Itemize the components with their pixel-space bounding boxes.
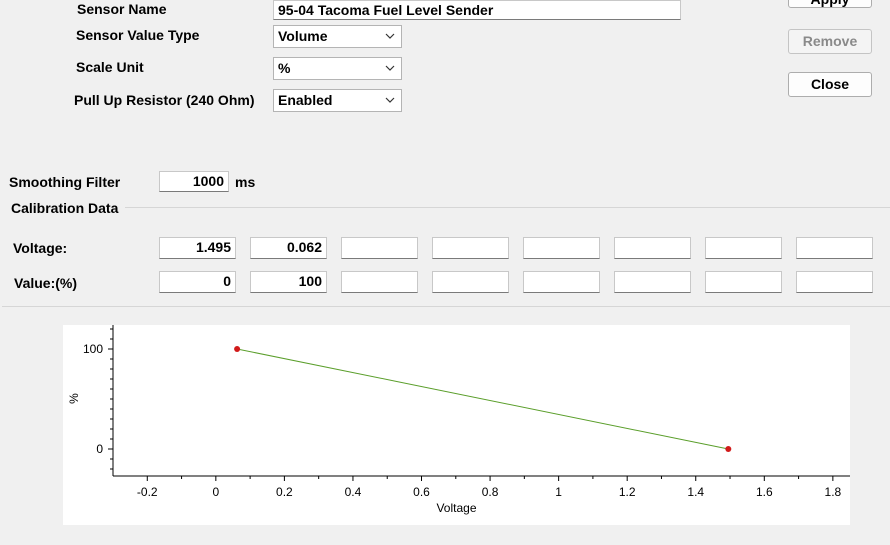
apply-button[interactable]: Apply bbox=[788, 0, 872, 8]
x-tick-label: 1.4 bbox=[687, 485, 704, 499]
voltage-input-5[interactable] bbox=[523, 237, 600, 259]
x-tick-label: 1.6 bbox=[756, 485, 773, 499]
y-axis-label: % bbox=[67, 393, 81, 404]
x-tick-label: 0.2 bbox=[276, 485, 293, 499]
value-input-8[interactable] bbox=[796, 271, 873, 293]
scale-unit-select[interactable]: % bbox=[273, 57, 402, 80]
scale-unit-value: % bbox=[278, 60, 291, 76]
remove-button[interactable]: Remove bbox=[788, 29, 872, 54]
smoothing-filter-label: Smoothing Filter bbox=[9, 174, 121, 190]
sensor-name-label: Sensor Name bbox=[77, 1, 167, 17]
group-box-border bbox=[2, 306, 890, 307]
voltage-input-7[interactable] bbox=[705, 237, 782, 259]
value-input-1[interactable]: 0 bbox=[159, 271, 236, 293]
voltage-row-label: Voltage: bbox=[13, 240, 68, 256]
group-box-border bbox=[125, 207, 890, 208]
smoothing-filter-input[interactable]: 1000 bbox=[159, 171, 229, 192]
x-tick-label: 0 bbox=[212, 485, 219, 499]
pull-up-resistor-label: Pull Up Resistor (240 Ohm) bbox=[74, 92, 255, 108]
x-tick-label: 0.6 bbox=[413, 485, 430, 499]
value-input-6[interactable] bbox=[614, 271, 691, 293]
data-point bbox=[234, 346, 241, 352]
x-tick-label: 1.8 bbox=[825, 485, 842, 499]
voltage-input-3[interactable] bbox=[341, 237, 418, 259]
value-row-label: Value:(%) bbox=[14, 275, 78, 291]
x-tick-label: 1 bbox=[555, 485, 562, 499]
close-button[interactable]: Close bbox=[788, 72, 872, 97]
data-point bbox=[725, 446, 732, 452]
calibration-chart-plot: -0.2 0 0.2 0.4 0.6 0.8 1 1.2 1.4 1.6 1.8 0 100 Voltag… bbox=[67, 325, 850, 515]
voltage-input-6[interactable] bbox=[614, 237, 691, 259]
pull-up-resistor-select[interactable]: Enabled bbox=[273, 89, 402, 112]
y-tick-label: 0 bbox=[96, 442, 103, 456]
sensor-value-type-select[interactable]: Volume bbox=[273, 25, 402, 48]
x-tick-label: 0.4 bbox=[345, 485, 362, 499]
series-line bbox=[236, 348, 729, 450]
voltage-input-2[interactable]: 0.062 bbox=[250, 237, 327, 259]
pull-up-resistor-value: Enabled bbox=[278, 92, 333, 108]
value-input-5[interactable] bbox=[523, 271, 600, 293]
voltage-input-4[interactable] bbox=[432, 237, 509, 259]
scale-unit-label: Scale Unit bbox=[76, 59, 144, 75]
x-tick-label: 1.2 bbox=[619, 485, 636, 499]
calibration-chart: -0.2 0 0.2 0.4 0.6 0.8 1 1.2 1.4 1.6 1.8 0 100 Voltag… bbox=[63, 325, 850, 525]
value-input-2[interactable]: 100 bbox=[250, 271, 327, 293]
chevron-down-icon bbox=[385, 97, 395, 103]
x-tick-label: 0.8 bbox=[482, 485, 499, 499]
chevron-down-icon bbox=[385, 65, 395, 71]
value-input-3[interactable] bbox=[341, 271, 418, 293]
smoothing-filter-unit: ms bbox=[235, 174, 256, 190]
value-input-4[interactable] bbox=[432, 271, 509, 293]
calibration-data-title: Calibration Data bbox=[11, 200, 119, 216]
chevron-down-icon bbox=[385, 33, 395, 39]
value-input-7[interactable] bbox=[705, 271, 782, 293]
x-axis-label: Voltage bbox=[436, 501, 476, 515]
sensor-name-input[interactable]: 95-04 Tacoma Fuel Level Sender bbox=[273, 0, 681, 20]
voltage-input-8[interactable] bbox=[796, 237, 873, 259]
sensor-value-type-label: Sensor Value Type bbox=[76, 27, 200, 43]
y-tick-label: 100 bbox=[83, 342, 103, 356]
voltage-input-1[interactable]: 1.495 bbox=[159, 237, 236, 259]
x-tick-label: -0.2 bbox=[137, 485, 158, 499]
sensor-value-type-value: Volume bbox=[278, 28, 328, 44]
